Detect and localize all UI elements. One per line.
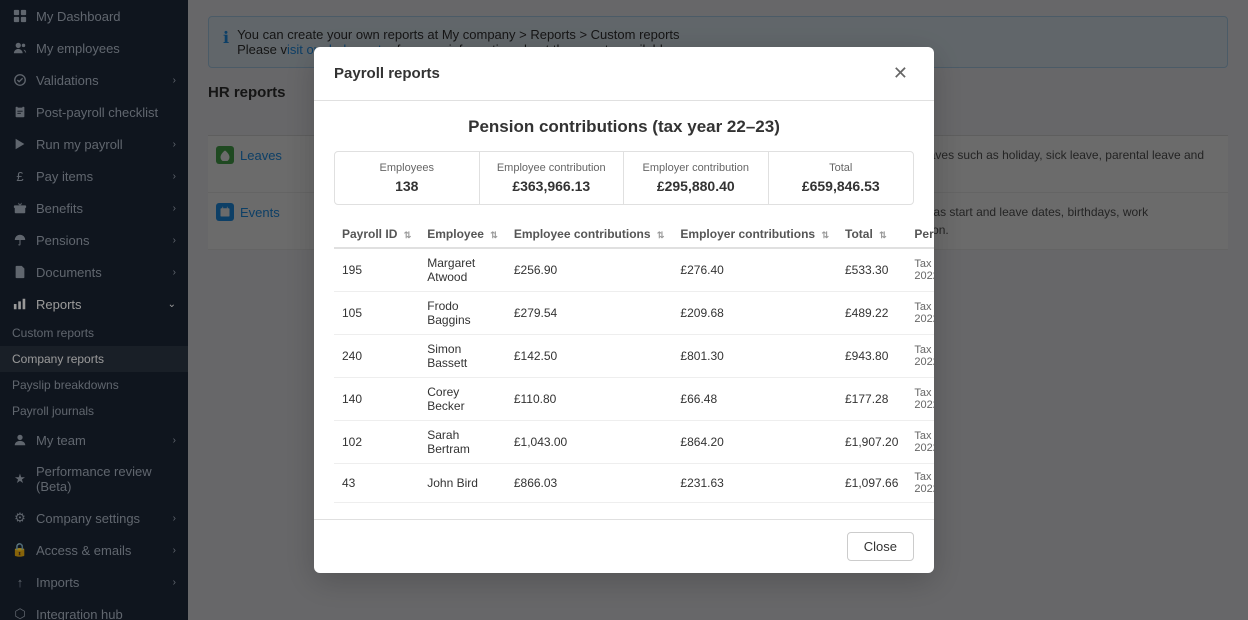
summary-er-label: Employer contribution bbox=[632, 162, 760, 174]
summary-employees-value: 138 bbox=[343, 178, 471, 194]
modal-footer: Close bbox=[314, 519, 934, 573]
cell-er-contrib: £276.40 bbox=[672, 248, 837, 292]
summary-er-value: £295,880.40 bbox=[632, 178, 760, 194]
col-total[interactable]: Total ⇅ bbox=[837, 221, 906, 248]
modal-overlay[interactable]: Payroll reports ✕ Pension contributions … bbox=[0, 0, 1248, 620]
cell-period: Tax year 2022-23 bbox=[906, 248, 934, 292]
cell-employee: Frodo Baggins bbox=[419, 292, 506, 335]
cell-ee-contrib: £142.50 bbox=[506, 335, 673, 378]
sort-icon: ⇅ bbox=[657, 230, 665, 241]
table-row: 105 Frodo Baggins £279.54 £209.68 £489.2… bbox=[334, 292, 934, 335]
cell-ee-contrib: £866.03 bbox=[506, 464, 673, 503]
cell-period: Tax year 2022-23 bbox=[906, 464, 934, 503]
cell-id: 102 bbox=[334, 421, 419, 464]
sort-icon: ⇅ bbox=[490, 230, 498, 241]
cell-total: £489.22 bbox=[837, 292, 906, 335]
summary-total-value: £659,846.53 bbox=[777, 178, 906, 194]
cell-total: £943.80 bbox=[837, 335, 906, 378]
cell-total: £1,097.66 bbox=[837, 464, 906, 503]
table-row: 140 Corey Becker £110.80 £66.48 £177.28 … bbox=[334, 378, 934, 421]
cell-period: Tax year 2022-23 bbox=[906, 421, 934, 464]
summary-ee-value: £363,966.13 bbox=[488, 178, 616, 194]
table-row: 43 John Bird £866.03 £231.63 £1,097.66 T… bbox=[334, 464, 934, 503]
table-row: 102 Sarah Bertram £1,043.00 £864.20 £1,9… bbox=[334, 421, 934, 464]
table-row: 240 Simon Bassett £142.50 £801.30 £943.8… bbox=[334, 335, 934, 378]
cell-employee: Corey Becker bbox=[419, 378, 506, 421]
summary-total: Total £659,846.53 bbox=[769, 152, 914, 204]
col-period[interactable]: Period ⇅ bbox=[906, 221, 934, 248]
cell-total: £177.28 bbox=[837, 378, 906, 421]
cell-employee: Margaret Atwood bbox=[419, 248, 506, 292]
cell-id: 43 bbox=[334, 464, 419, 503]
summary-employee-contrib: Employee contribution £363,966.13 bbox=[480, 152, 625, 204]
sort-icon: ⇅ bbox=[821, 230, 829, 241]
pension-table: Payroll ID ⇅ Employee ⇅ Employee contrib… bbox=[334, 221, 934, 503]
pension-title: Pension contributions (tax year 22–23) bbox=[334, 117, 914, 137]
close-button[interactable]: Close bbox=[847, 532, 914, 561]
cell-id: 240 bbox=[334, 335, 419, 378]
cell-er-contrib: £801.30 bbox=[672, 335, 837, 378]
col-er-contrib[interactable]: Employer contributions ⇅ bbox=[672, 221, 837, 248]
cell-employee: John Bird bbox=[419, 464, 506, 503]
cell-ee-contrib: £279.54 bbox=[506, 292, 673, 335]
modal-body: Pension contributions (tax year 22–23) E… bbox=[314, 101, 934, 519]
cell-ee-contrib: £1,043.00 bbox=[506, 421, 673, 464]
summary-employer-contrib: Employer contribution £295,880.40 bbox=[624, 152, 769, 204]
cell-total: £1,907.20 bbox=[837, 421, 906, 464]
cell-ee-contrib: £256.90 bbox=[506, 248, 673, 292]
cell-employee: Simon Bassett bbox=[419, 335, 506, 378]
summary-ee-label: Employee contribution bbox=[488, 162, 616, 174]
pension-table-body: 195 Margaret Atwood £256.90 £276.40 £533… bbox=[334, 248, 934, 503]
cell-ee-contrib: £110.80 bbox=[506, 378, 673, 421]
modal-header: Payroll reports ✕ bbox=[314, 47, 934, 101]
cell-er-contrib: £66.48 bbox=[672, 378, 837, 421]
cell-id: 195 bbox=[334, 248, 419, 292]
table-row: 195 Margaret Atwood £256.90 £276.40 £533… bbox=[334, 248, 934, 292]
cell-period: Tax year 2022-23 bbox=[906, 335, 934, 378]
cell-total: £533.30 bbox=[837, 248, 906, 292]
cell-period: Tax year 2022-23 bbox=[906, 378, 934, 421]
summary-employees: Employees 138 bbox=[335, 152, 480, 204]
modal-close-button[interactable]: ✕ bbox=[887, 61, 914, 86]
cell-id: 105 bbox=[334, 292, 419, 335]
sort-icon: ⇅ bbox=[404, 230, 412, 241]
col-ee-contrib[interactable]: Employee contributions ⇅ bbox=[506, 221, 673, 248]
pension-summary: Employees 138 Employee contribution £363… bbox=[334, 151, 914, 205]
sort-icon: ⇅ bbox=[879, 230, 887, 241]
cell-er-contrib: £209.68 bbox=[672, 292, 837, 335]
cell-er-contrib: £231.63 bbox=[672, 464, 837, 503]
payroll-reports-modal: Payroll reports ✕ Pension contributions … bbox=[314, 47, 934, 573]
cell-period: Tax year 2022-23 bbox=[906, 292, 934, 335]
cell-employee: Sarah Bertram bbox=[419, 421, 506, 464]
summary-total-label: Total bbox=[777, 162, 906, 174]
modal-title: Payroll reports bbox=[334, 65, 440, 82]
summary-employees-label: Employees bbox=[343, 162, 471, 174]
col-payroll-id[interactable]: Payroll ID ⇅ bbox=[334, 221, 419, 248]
col-employee[interactable]: Employee ⇅ bbox=[419, 221, 506, 248]
cell-id: 140 bbox=[334, 378, 419, 421]
pension-table-header: Payroll ID ⇅ Employee ⇅ Employee contrib… bbox=[334, 221, 934, 248]
cell-er-contrib: £864.20 bbox=[672, 421, 837, 464]
